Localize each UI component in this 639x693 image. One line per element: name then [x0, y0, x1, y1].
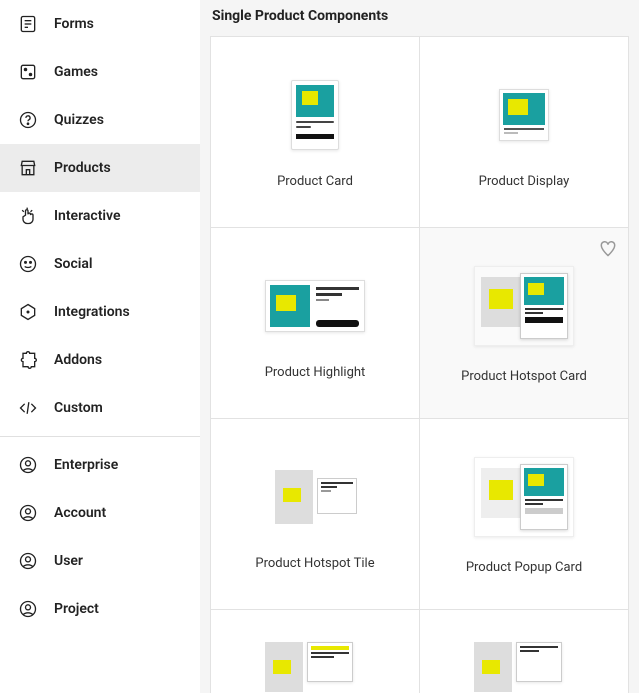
sidebar-item-label: Custom [54, 400, 103, 416]
component-card-product-hotspot-tile[interactable]: Product Hotspot Tile [211, 419, 419, 609]
thumbnail [260, 267, 370, 345]
component-card-product-highlight[interactable]: Product Highlight [211, 228, 419, 418]
sidebar-item-label: Products [54, 160, 111, 176]
sidebar-item-label: Enterprise [54, 457, 118, 473]
sidebar-item-addons[interactable]: Addons [0, 336, 200, 384]
sidebar-item-account[interactable]: Account [0, 489, 200, 537]
component-card[interactable] [420, 610, 628, 693]
component-card[interactable] [211, 610, 419, 693]
sidebar-item-label: Interactive [54, 208, 121, 224]
puzzle-icon [18, 350, 38, 370]
thumbnail [474, 454, 574, 540]
heart-icon[interactable] [598, 238, 618, 262]
form-icon [18, 14, 38, 34]
main-content: Single Product Components Product Card P… [200, 0, 639, 693]
sidebar-item-enterprise[interactable]: Enterprise [0, 441, 200, 489]
hexagon-icon [18, 302, 38, 322]
thumbnail [265, 458, 365, 536]
sidebar-item-project[interactable]: Project [0, 585, 200, 633]
sidebar-item-label: User [54, 553, 83, 569]
sidebar-item-label: Project [54, 601, 99, 617]
component-grid: Product Card Product Display Product Hig… [210, 36, 629, 693]
thumbnail [260, 632, 370, 692]
sidebar-item-label: Games [54, 64, 98, 80]
sidebar-item-interactive[interactable]: Interactive [0, 192, 200, 240]
sidebar-item-label: Integrations [54, 304, 130, 320]
sidebar-item-label: Forms [54, 16, 94, 32]
card-label: Product Popup Card [466, 560, 582, 575]
card-label: Product Highlight [265, 365, 366, 380]
sidebar-item-social[interactable]: Social [0, 240, 200, 288]
thumbnail [479, 76, 569, 154]
sidebar-item-label: Social [54, 256, 93, 272]
social-icon [18, 254, 38, 274]
component-card-product-card[interactable]: Product Card [211, 37, 419, 227]
thumbnail [270, 76, 360, 154]
sidebar-item-user[interactable]: User [0, 537, 200, 585]
component-card-product-popup-card[interactable]: Product Popup Card [420, 419, 628, 609]
code-icon [18, 398, 38, 418]
thumbnail [469, 263, 579, 349]
sidebar-item-custom[interactable]: Custom [0, 384, 200, 432]
card-label: Product Hotspot Card [461, 369, 587, 384]
pointer-icon [18, 206, 38, 226]
sidebar-item-quizzes[interactable]: Quizzes [0, 96, 200, 144]
sidebar-item-games[interactable]: Games [0, 48, 200, 96]
component-card-product-display[interactable]: Product Display [420, 37, 628, 227]
user-circle-icon [18, 599, 38, 619]
section-title: Single Product Components [210, 0, 629, 36]
sidebar: Forms Games Quizzes Products Interactive… [0, 0, 200, 693]
card-label: Product Card [277, 174, 353, 189]
sidebar-item-integrations[interactable]: Integrations [0, 288, 200, 336]
question-icon [18, 110, 38, 130]
component-card-product-hotspot-card[interactable]: Product Hotspot Card [420, 228, 628, 418]
dice-icon [18, 62, 38, 82]
sidebar-item-forms[interactable]: Forms [0, 0, 200, 48]
sidebar-item-label: Account [54, 505, 106, 521]
store-icon [18, 158, 38, 178]
thumbnail [469, 632, 579, 692]
card-label: Product Display [479, 174, 570, 189]
sidebar-item-label: Addons [54, 352, 102, 368]
sidebar-divider [0, 436, 200, 437]
sidebar-item-products[interactable]: Products [0, 144, 200, 192]
sidebar-item-label: Quizzes [54, 112, 104, 128]
user-circle-icon [18, 503, 38, 523]
card-label: Product Hotspot Tile [255, 556, 374, 571]
user-circle-icon [18, 551, 38, 571]
user-circle-icon [18, 455, 38, 475]
